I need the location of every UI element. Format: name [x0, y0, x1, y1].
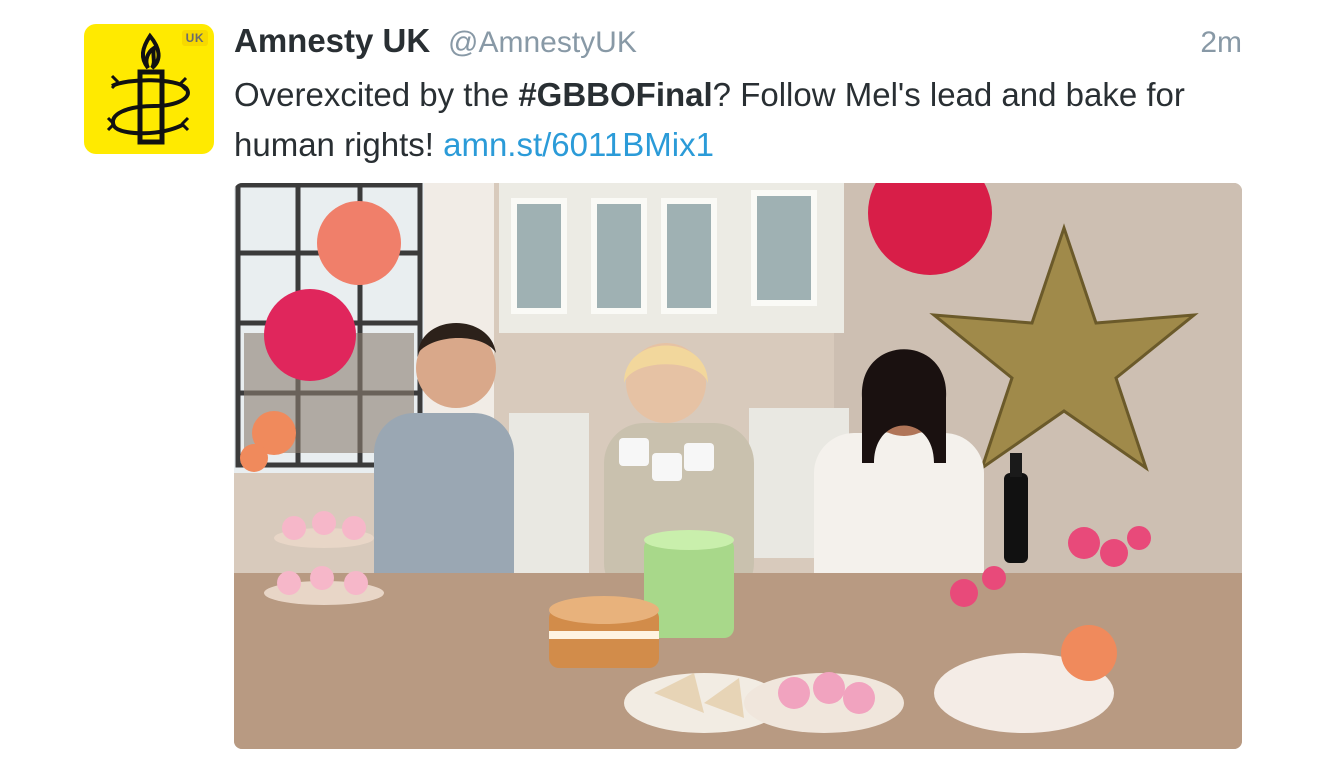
tweet-text-part1: Overexcited by the: [234, 76, 519, 113]
photo-illustration: [234, 183, 1242, 749]
user-handle[interactable]: @AmnestyUK: [448, 26, 637, 60]
profile-avatar[interactable]: UK: [84, 24, 214, 154]
display-name[interactable]: Amnesty UK: [234, 22, 430, 60]
tweet-text: Overexcited by the #GBBOFinal? Follow Me…: [234, 70, 1254, 170]
uk-badge: UK: [181, 30, 208, 46]
hashtag-link[interactable]: #GBBOFinal: [518, 76, 712, 113]
tweet-media-photo[interactable]: [234, 183, 1242, 749]
url-link[interactable]: amn.st/6011BMix1: [443, 126, 714, 163]
tweet-header: Amnesty UK @AmnestyUK 2m: [234, 20, 1244, 64]
tweet-timestamp[interactable]: 2m: [1200, 26, 1242, 60]
